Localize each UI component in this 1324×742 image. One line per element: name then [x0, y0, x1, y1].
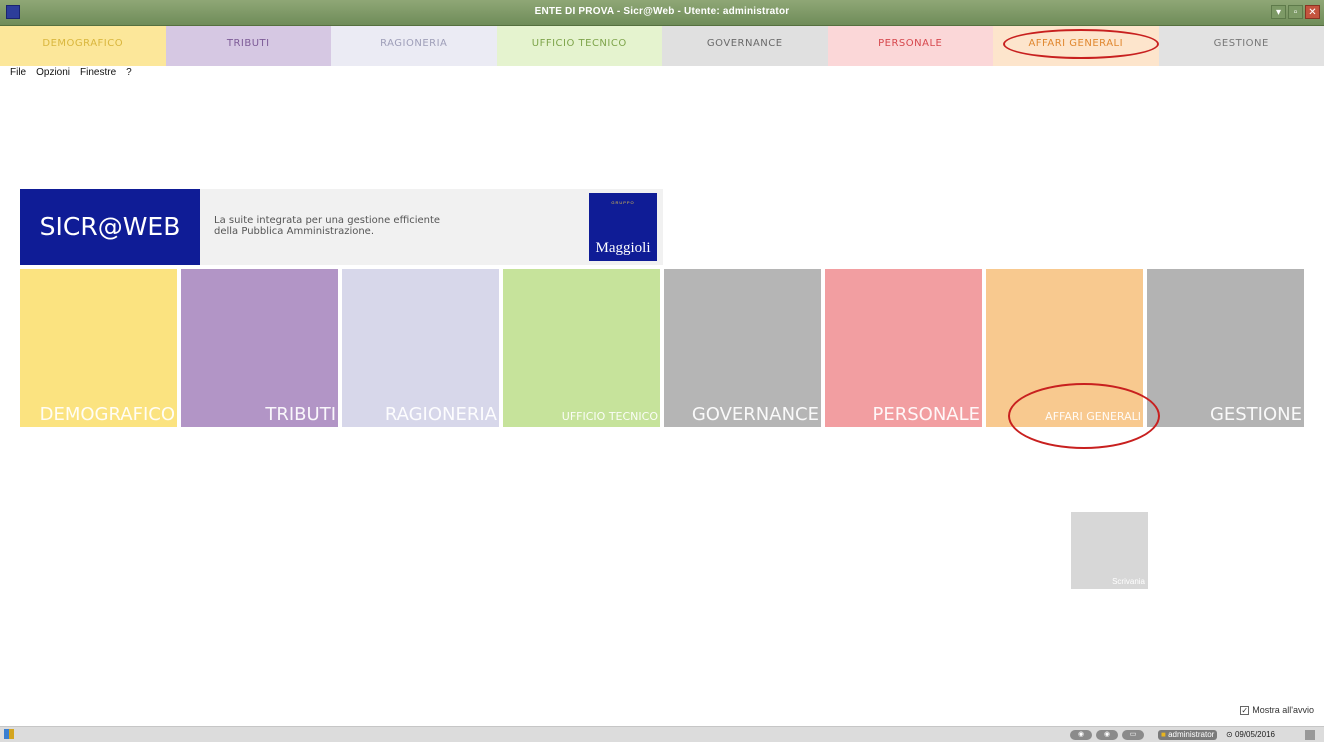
tab-gestione[interactable]: GESTIONE [1158, 26, 1324, 66]
tab-tributi[interactable]: TRIBUTI [165, 26, 331, 66]
menu-finestre[interactable]: Finestre [80, 66, 116, 84]
user-badge[interactable]: ■ administrator [1158, 730, 1218, 740]
tile-demografico[interactable]: DEMOGRAFICO [20, 269, 177, 427]
tab-demografico[interactable]: DEMOGRAFICO [0, 26, 166, 66]
tile-label: TRIBUTI [265, 404, 336, 425]
minimize-icon[interactable]: ▾ [1271, 5, 1286, 19]
tile-affari-generali[interactable]: AFFARI GENERALI [986, 269, 1143, 427]
tile-governance[interactable]: GOVERNANCE [664, 269, 821, 427]
menu-help[interactable]: ? [126, 66, 132, 84]
status-date: ⊙ 09/05/2016 [1226, 730, 1275, 739]
start-grid-icon[interactable] [4, 729, 14, 739]
module-tabs: DEMOGRAFICO TRIBUTI RAGIONERIA UFFICIO T… [0, 26, 1324, 66]
show-at-startup[interactable]: ✓ Mostra all'avvio [1240, 705, 1314, 715]
scrivania-label: Scrivania [1112, 577, 1145, 586]
scrivania-tile[interactable]: Scrivania [1071, 512, 1148, 589]
date-text: 09/05/2016 [1234, 730, 1275, 739]
checkbox-icon[interactable]: ✓ [1240, 705, 1250, 715]
status-square-icon[interactable] [1305, 730, 1315, 740]
menu-file[interactable]: File [10, 66, 26, 84]
tile-label: UFFICIO TECNICO [561, 410, 658, 423]
tile-label: GESTIONE [1209, 404, 1302, 425]
tile-personale[interactable]: PERSONALE [825, 269, 982, 427]
status-icon-3[interactable]: ▭ [1122, 730, 1144, 740]
brand-banner: SICR@WEB La suite integrata per una gest… [20, 189, 663, 265]
tile-gestione[interactable]: GESTIONE [1147, 269, 1304, 427]
tab-ragioneria[interactable]: RAGIONERIA [331, 26, 497, 66]
banner-tagline: La suite integrata per una gestione effi… [214, 215, 440, 237]
tile-ufficio-tecnico[interactable]: UFFICIO TECNICO [503, 269, 660, 427]
tile-label: AFFARI GENERALI [1045, 410, 1141, 423]
tile-label: GOVERNANCE [691, 404, 819, 425]
tagline-line-2: della Pubblica Amministrazione. [214, 226, 375, 237]
module-tiles: DEMOGRAFICO TRIBUTI RAGIONERIA UFFICIO T… [20, 269, 1304, 427]
tile-label: PERSONALE [872, 404, 980, 425]
tile-tributi[interactable]: TRIBUTI [181, 269, 338, 427]
tab-ufficio-tecnico[interactable]: UFFICIO TECNICO [496, 26, 662, 66]
status-bar: ◉ ◉ ▭ ■ administrator ⊙ 09/05/2016 [0, 726, 1324, 742]
maximize-icon[interactable]: ▫ [1288, 5, 1303, 19]
window-title: ENTE DI PROVA - Sicr@Web - Utente: admin… [534, 6, 790, 17]
tagline-line-1: La suite integrata per una gestione effi… [214, 215, 441, 226]
status-icon-2[interactable]: ◉ [1096, 730, 1118, 740]
status-icon-1[interactable]: ◉ [1070, 730, 1092, 740]
tile-ragioneria[interactable]: RAGIONERIA [342, 269, 499, 427]
window-titlebar: ENTE DI PROVA - Sicr@Web - Utente: admin… [0, 0, 1324, 26]
tile-label: DEMOGRAFICO [39, 404, 175, 425]
tile-label: RAGIONERIA [384, 404, 497, 425]
user-icon: ■ [1161, 730, 1166, 739]
tab-governance[interactable]: GOVERNANCE [662, 26, 828, 66]
tab-affari-generali[interactable]: AFFARI GENERALI [993, 26, 1159, 66]
logo-name-text: Maggioli [595, 240, 651, 256]
show-at-startup-label: Mostra all'avvio [1252, 705, 1314, 715]
tab-personale[interactable]: PERSONALE [827, 26, 993, 66]
close-icon[interactable]: ✕ [1305, 5, 1320, 19]
menu-opzioni[interactable]: Opzioni [36, 66, 70, 84]
sicrweb-logo: SICR@WEB [20, 189, 200, 265]
logo-group-text: GRUPPO [611, 200, 635, 205]
menu-bar: File Opzioni Finestre ? [0, 66, 132, 84]
maggioli-logo: GRUPPO Maggioli [589, 193, 657, 261]
user-name: administrator [1168, 730, 1215, 739]
